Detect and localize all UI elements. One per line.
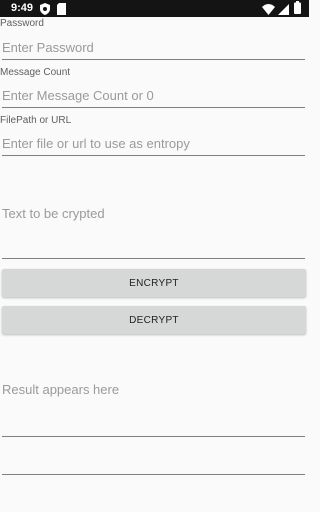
- password-field[interactable]: [2, 36, 305, 60]
- sd-card-icon: [57, 2, 66, 20]
- encrypt-button[interactable]: ENCRYPT: [2, 269, 306, 297]
- text-to-crypt-placeholder: Text to be crypted: [2, 206, 105, 221]
- status-bar: 9:49: [0, 0, 309, 17]
- result-extra-field[interactable]: [2, 440, 305, 475]
- battery-icon: [294, 1, 301, 19]
- wifi-icon: [262, 2, 275, 20]
- signal-icon: [278, 2, 289, 20]
- result-placeholder: Result appears here: [2, 382, 120, 397]
- result-field[interactable]: Result appears here: [2, 382, 305, 437]
- message-count-field[interactable]: [2, 84, 305, 108]
- filepath-field[interactable]: [2, 132, 305, 156]
- message-count-label: Message Count: [0, 67, 71, 78]
- decrypt-button[interactable]: DECRYPT: [2, 306, 306, 334]
- text-to-crypt-field[interactable]: Text to be crypted: [2, 206, 305, 259]
- filepath-label: FilePath or URL: [0, 115, 72, 126]
- status-time: 9:49: [11, 2, 34, 14]
- password-label: Password: [0, 18, 44, 29]
